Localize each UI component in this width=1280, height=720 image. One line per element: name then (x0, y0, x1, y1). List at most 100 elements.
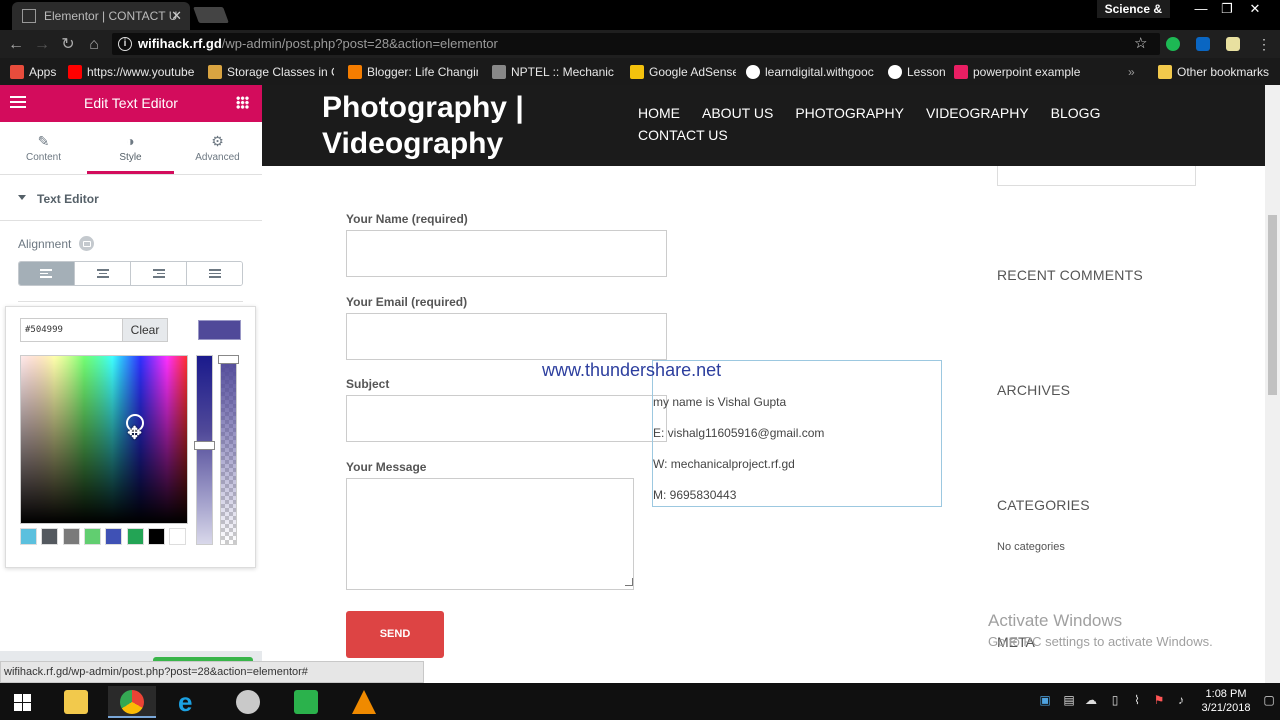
align-left-button[interactable] (19, 262, 75, 285)
palette-swatch[interactable] (63, 528, 80, 545)
name-input[interactable] (346, 230, 667, 277)
battery-icon[interactable]: ▯ (1108, 693, 1122, 707)
taskbar-chrome[interactable] (108, 686, 156, 718)
caret-down-icon (18, 195, 26, 200)
color-picker-popup: #504999 Clear ✥ (5, 306, 256, 568)
section-toggle-text-editor[interactable]: Text Editor (0, 174, 262, 221)
widgets-grid-icon[interactable] (236, 96, 249, 109)
close-tab-icon[interactable]: ✕ (171, 8, 182, 24)
taskbar-internet-explorer[interactable]: e (166, 686, 214, 718)
bookmark-storage-classes[interactable]: Storage Classes in C (208, 64, 334, 80)
nav-about-us[interactable]: ABOUT US (702, 105, 773, 121)
bookmark-youtube[interactable]: https://www.youtube (68, 64, 196, 80)
text-editor-widget[interactable]: my name is Vishal Gupta E: vishalg116059… (652, 360, 942, 507)
chrome-menu-icon[interactable]: ⋮ (1257, 37, 1271, 51)
subject-input[interactable] (346, 395, 667, 442)
tab-advanced[interactable]: ⚙ Advanced (174, 122, 261, 174)
taskbar-store[interactable] (282, 686, 330, 718)
bookmark-star-icon[interactable]: ☆ (1134, 34, 1147, 52)
hex-color-input[interactable]: #504999 (20, 318, 123, 342)
opacity-slider-handle[interactable] (218, 355, 239, 364)
start-button[interactable] (0, 686, 46, 718)
site-info-icon[interactable]: i (118, 37, 132, 51)
wifi-signal-icon[interactable]: ⌇ (1130, 693, 1144, 707)
clear-color-button[interactable]: Clear (122, 318, 168, 342)
minimize-icon[interactable]: — (1188, 0, 1214, 18)
tray-chat-icon[interactable]: ▤ (1062, 693, 1076, 707)
saturation-value-square[interactable] (20, 355, 188, 524)
palette-swatch[interactable] (169, 528, 186, 545)
notes-extension-icon[interactable] (1226, 37, 1240, 51)
snipping-tool-icon (236, 690, 260, 714)
notifications-icon[interactable]: ▢ (1262, 693, 1276, 707)
bookmark-blogger[interactable]: Blogger: Life Changin (348, 64, 478, 80)
url-host: wifihack.rf.gd (138, 36, 222, 51)
other-bookmarks[interactable]: Other bookmarks (1158, 64, 1276, 80)
close-window-icon[interactable]: ✕ (1242, 0, 1268, 18)
store-icon (294, 690, 318, 714)
tray-app-icon[interactable]: ▣ (1038, 693, 1052, 707)
tab-content[interactable]: ✎ Content (0, 122, 87, 174)
onedrive-icon[interactable]: ☁ (1084, 693, 1098, 707)
reload-icon[interactable]: ↻ (58, 35, 78, 55)
nav-photography[interactable]: PHOTOGRAPHY (795, 105, 904, 121)
home-icon[interactable]: ⌂ (84, 35, 104, 55)
restore-icon[interactable]: ❐ (1214, 0, 1240, 18)
message-textarea[interactable] (346, 478, 634, 590)
bookmarks-overflow-icon[interactable]: » (1128, 64, 1140, 80)
send-button[interactable]: SEND (346, 611, 444, 658)
nav-blogg[interactable]: BLOGG (1051, 105, 1101, 121)
email-input[interactable] (346, 313, 667, 360)
browser-tab-active[interactable]: Elementor | CONTACT U ✕ (12, 2, 190, 30)
network-warning-icon[interactable]: ⚑ (1152, 693, 1166, 707)
site-title[interactable]: Photography | Videography (322, 90, 552, 162)
tab-style[interactable]: ◑ Style (87, 122, 174, 174)
nav-home[interactable]: HOME (638, 105, 680, 121)
bookmark-learndigital[interactable]: learndigital.withgooc (746, 64, 874, 80)
pencil-icon: ✎ (37, 133, 50, 149)
alignment-choices (18, 261, 243, 286)
new-tab-button[interactable] (193, 7, 229, 23)
taskbar-snipping-tool[interactable] (224, 686, 272, 718)
scrollbar-thumb[interactable] (1268, 215, 1277, 395)
back-icon[interactable]: ← (6, 35, 26, 55)
nav-videography[interactable]: VIDEOGRAPHY (926, 105, 1029, 121)
taskbar-file-explorer[interactable] (52, 686, 100, 718)
folder-icon (64, 690, 88, 714)
align-center-button[interactable] (75, 262, 131, 285)
bookmark-adsense[interactable]: Google AdSense (630, 64, 736, 80)
palette-swatch[interactable] (148, 528, 165, 545)
palette-swatch[interactable] (105, 528, 122, 545)
opacity-slider[interactable] (220, 355, 237, 545)
taskbar-clock[interactable]: 1:08 PM 3/21/2018 (1196, 687, 1256, 715)
bookmark-powerpoint[interactable]: powerpoint example (954, 64, 1084, 80)
palette-swatch[interactable] (84, 528, 101, 545)
bookmark-nptel[interactable]: NPTEL :: Mechanical (492, 64, 614, 80)
gear-icon: ⚙ (211, 133, 224, 149)
align-justify-icon (209, 269, 221, 278)
bookmark-lesson[interactable]: Lesson (888, 64, 946, 80)
nav-contact-us[interactable]: CONTACT US (638, 127, 728, 143)
address-bar[interactable]: i wifihack.rf.gd/wp-admin/post.php?post=… (112, 33, 1160, 55)
preview-scrollbar[interactable] (1265, 85, 1280, 683)
bookmark-apps[interactable]: Apps (10, 64, 60, 80)
name-field-label: Your Name (required) (346, 212, 468, 226)
current-color-swatch[interactable] (198, 320, 241, 340)
volume-icon[interactable]: ♪ (1174, 693, 1188, 707)
align-justify-button[interactable] (187, 262, 242, 285)
palette-swatch[interactable] (41, 528, 58, 545)
hue-slider[interactable] (196, 355, 213, 545)
align-right-button[interactable] (131, 262, 187, 285)
chrome-profile-name[interactable]: Science & (1096, 0, 1170, 18)
hue-slider-handle[interactable] (194, 441, 215, 450)
palette-swatch[interactable] (127, 528, 144, 545)
site-nav: HOME ABOUT US PHOTOGRAPHY VIDEOGRAPHY BLOGG C… (638, 105, 1138, 149)
textarea-resize-handle[interactable] (625, 578, 633, 586)
taskbar-vlc[interactable] (340, 686, 388, 718)
grammarly-extension-icon[interactable] (1166, 37, 1180, 51)
linkedin-extension-icon[interactable] (1196, 37, 1210, 51)
url-path: /wp-admin/post.php?post=28&action=elemen… (221, 36, 498, 51)
responsive-desktop-icon[interactable] (79, 236, 94, 251)
palette-swatch[interactable] (20, 528, 37, 545)
forward-icon[interactable]: → (32, 35, 52, 55)
